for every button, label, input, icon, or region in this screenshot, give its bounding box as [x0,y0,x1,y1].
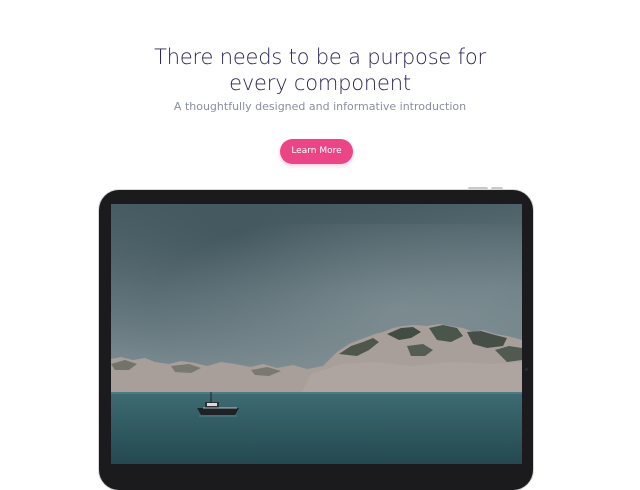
learn-more-button[interactable]: Learn More [280,139,353,164]
hero-title-line-1: There needs to be a purpose for [154,45,486,69]
tablet-screen [111,204,522,464]
tablet-camera-icon [525,368,528,371]
seascape-photo [111,204,522,464]
hero-title: There needs to be a purpose for every co… [0,44,640,96]
hero-subtitle: A thoughtfully designed and informative … [173,100,467,113]
sea [111,392,522,464]
hero-section: There needs to be a purpose for every co… [0,0,640,490]
hero-title-line-2: every component [229,71,411,95]
